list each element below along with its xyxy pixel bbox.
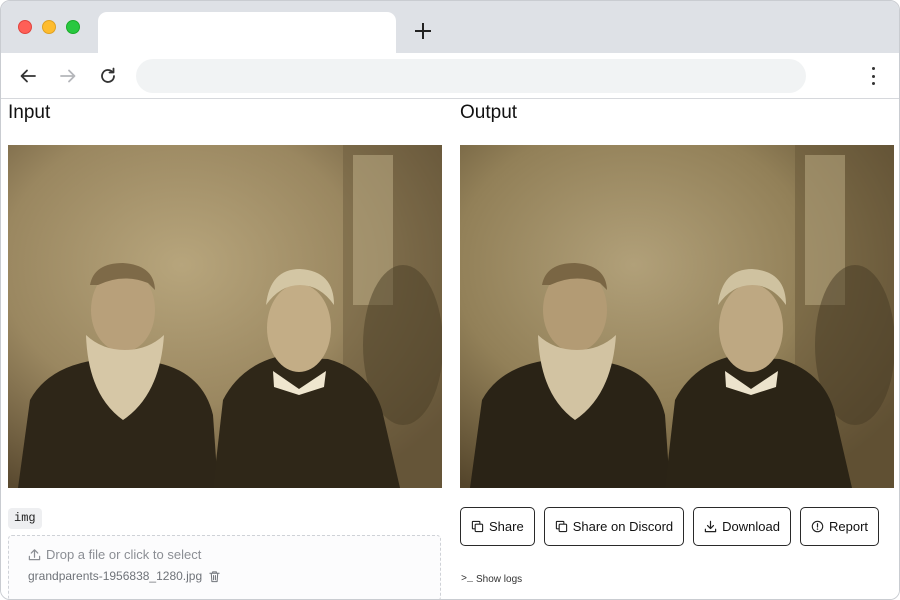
input-title: Input [8, 102, 51, 123]
new-tab-button[interactable] [411, 19, 435, 43]
output-image[interactable] [460, 145, 894, 488]
report-button-label: Report [828, 519, 869, 534]
copy-icon [555, 520, 567, 533]
arrow-right-icon [60, 69, 76, 83]
reload-icon [101, 67, 115, 83]
menu-dot [871, 74, 875, 78]
forward-button[interactable] [55, 63, 81, 89]
trash-icon[interactable] [208, 570, 221, 583]
share-button[interactable]: Share [460, 507, 535, 546]
terminal-icon: >_ [461, 574, 474, 585]
back-button[interactable] [15, 63, 41, 89]
maximize-window-button[interactable] [66, 20, 80, 34]
upload-icon [28, 549, 41, 561]
reload-button[interactable] [95, 63, 121, 89]
arrow-left-icon [20, 69, 36, 83]
vertical-dots-icon [871, 67, 875, 70]
menu-dot [871, 82, 875, 85]
drop-hint[interactable]: Drop a file or click to select [28, 547, 201, 562]
uploaded-file: grandparents-1956838_1280.jpg [28, 569, 221, 583]
download-button[interactable]: Download [693, 507, 791, 546]
share-discord-button[interactable]: Share on Discord [543, 507, 685, 546]
browser-tab[interactable] [98, 12, 396, 54]
browser-menu-button[interactable] [863, 65, 883, 87]
browser-window: Input Output img Drop a file or click to… [0, 0, 900, 600]
output-title: Output [460, 102, 518, 123]
download-button-label: Download [722, 519, 780, 534]
share-button-label: Share [489, 519, 524, 534]
show-logs-toggle[interactable]: >_ Show logs [461, 574, 522, 585]
image-component-label: img [8, 508, 42, 529]
copy-icon [471, 520, 484, 533]
alert-circle-icon [811, 520, 824, 533]
vintage-photo-illustration [460, 145, 894, 488]
file-dropzone[interactable]: Drop a file or click to select grandpare… [8, 535, 441, 599]
show-logs-label: Show logs [476, 574, 523, 585]
share-discord-button-label: Share on Discord [572, 519, 674, 534]
browser-toolbar [1, 53, 899, 99]
drop-hint-text: Drop a file or click to select [46, 547, 202, 562]
title-bar [1, 1, 899, 54]
file-name: grandparents-1956838_1280.jpg [28, 569, 203, 583]
close-window-button[interactable] [18, 20, 32, 34]
address-bar[interactable] [136, 59, 806, 93]
report-button[interactable]: Report [799, 507, 880, 546]
vintage-photo-illustration [8, 145, 442, 488]
output-actions: Share Share on Discord Download Report [460, 507, 880, 546]
download-icon [704, 520, 717, 533]
minimize-window-button[interactable] [42, 20, 56, 34]
input-image[interactable] [8, 145, 442, 488]
page-content: Input Output img Drop a file or click to… [1, 100, 899, 599]
